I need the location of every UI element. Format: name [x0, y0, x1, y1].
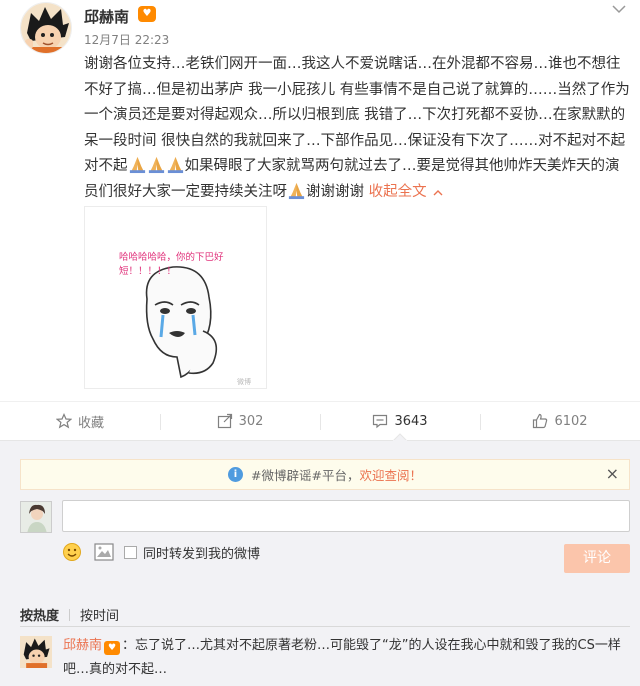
post-timestamp[interactable]: 12月7日 22:23 [84, 31, 169, 48]
comment-icon [373, 414, 388, 429]
notice-link[interactable]: 欢迎查阅！ [359, 465, 422, 484]
meme-face-image [145, 266, 218, 379]
share-icon [217, 413, 232, 429]
close-icon[interactable]: × [606, 466, 619, 482]
comment-body: 邱赫南 ♥ ：忘了说了…尤其对不起原著老粉…可能毁了“龙”的人设在我心中就和毁了我的… [63, 634, 633, 682]
post-action-bar: 收藏 302 3643 6102 [0, 401, 640, 441]
author-avatar[interactable] [20, 2, 72, 54]
like-count: 6102 [554, 413, 588, 429]
author-name[interactable]: 邱赫南 [84, 6, 129, 27]
chevron-down-icon[interactable] [612, 4, 626, 14]
sort-divider [69, 608, 71, 621]
active-tab-arrow-icon [393, 433, 407, 441]
comment-panel: i #微博辟谣#平台， 欢迎查阅！ × 同时转发到我的微博 评论 按热度 按时间 [0, 441, 640, 686]
vip-badge-icon: ♥ [104, 641, 121, 655]
pray-emoji-icon [129, 157, 145, 174]
repost-checkbox[interactable] [124, 545, 137, 559]
comment-sort-tabs: 按热度 按时间 [20, 605, 119, 624]
sort-by-hot-tab[interactable]: 按热度 [20, 605, 59, 624]
info-icon: i [228, 467, 244, 482]
repost-checkbox-label[interactable]: 同时转发到我的微博 [143, 543, 260, 562]
comment-author-avatar[interactable] [20, 636, 52, 668]
like-button[interactable]: 6102 [480, 402, 640, 440]
thumbs-up-icon [533, 413, 548, 429]
sort-by-time-tab[interactable]: 按时间 [80, 605, 119, 624]
star-icon [55, 413, 72, 429]
divider [20, 626, 630, 627]
repost-count: 302 [238, 413, 264, 429]
chevron-up-icon[interactable] [433, 189, 443, 196]
collapse-text-link[interactable]: 收起全文 [369, 184, 427, 200]
repost-button[interactable]: 302 [160, 402, 320, 440]
weibo-watermark: 微博 [237, 378, 251, 386]
comment-count: 3643 [394, 413, 428, 429]
comment-author-name[interactable]: 邱赫南 [63, 638, 102, 653]
meme-caption: 哈哈哈哈哈，你的下巴好短！！！！！ [119, 252, 224, 277]
weibo-post: 邱赫南 ♥ 12月7日 22:23 谢谢各位支持…老铁们网开一面…我这人不爱说瞎… [0, 0, 640, 400]
post-text: 谢谢各位支持…老铁们网开一面…我这人不爱说瞎话…在外混都不容易…谁也不想往不好了… [84, 52, 632, 206]
favorite-button[interactable]: 收藏 [0, 402, 160, 440]
favorite-label: 收藏 [77, 415, 104, 431]
comment-input[interactable] [62, 500, 630, 532]
pray-emoji-icon [167, 157, 183, 174]
pray-emoji-icon [288, 182, 305, 200]
smiley-icon[interactable] [62, 542, 82, 562]
submit-comment-button[interactable]: 评论 [564, 544, 630, 573]
current-user-avatar[interactable] [20, 501, 52, 533]
vip-badge-icon: ♥ [138, 6, 156, 22]
notice-text[interactable]: #微博辟谣#平台， [251, 465, 359, 484]
rumor-notice-banner: i #微博辟谣#平台， 欢迎查阅！ × [20, 459, 630, 490]
post-text-part-3: 谢谢谢谢 [306, 183, 369, 200]
image-upload-icon[interactable] [94, 543, 114, 561]
comment-button[interactable]: 3643 [320, 402, 480, 441]
comment-toolbar: 同时转发到我的微博 [62, 541, 260, 563]
pray-emoji-icon [148, 157, 164, 174]
comment-text: ：忘了说了…尤其对不起原著老粉…可能毁了“龙”的人设在我心中就和毁了我的CS一样… [63, 638, 621, 677]
post-image[interactable]: 哈哈哈哈哈，你的下巴好短！！！！！ 微博 [84, 206, 267, 389]
